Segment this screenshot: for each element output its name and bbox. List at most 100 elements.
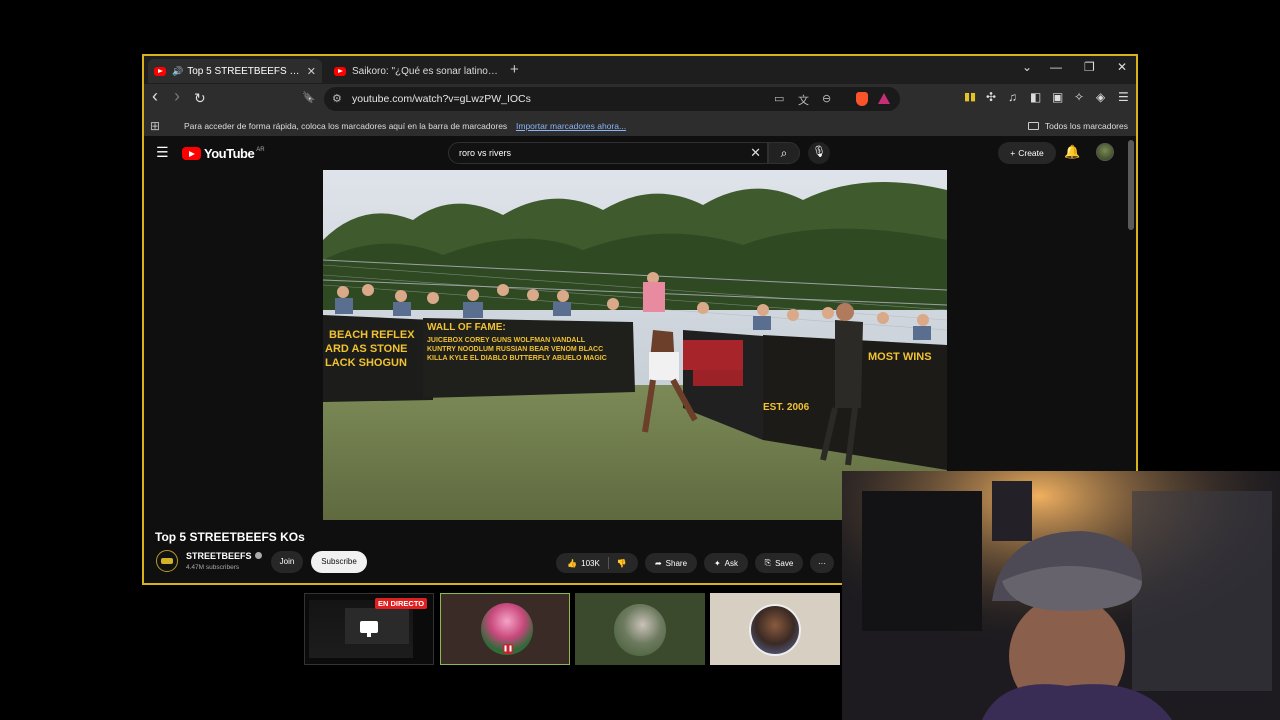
- extensions-puzzle-icon[interactable]: ✣: [986, 90, 996, 104]
- all-bookmarks-button[interactable]: Todos los marcadores: [1027, 121, 1128, 131]
- tab-saikoro[interactable]: Saikoro: "¿Qué es sonar latino?" | En: [328, 59, 508, 83]
- media-controls-icon[interactable]: ♫: [1008, 90, 1017, 104]
- live-badge: EN DIRECTO: [375, 598, 428, 609]
- banner-text: KILLA KYLE EL DIABLO BUTTERFLY ABUELO MA…: [427, 355, 607, 362]
- like-dislike-group: 👍 103K 👎: [556, 553, 638, 573]
- participant-tile[interactable]: [710, 593, 840, 665]
- navigation-toolbar: ‹ › ↻ 🔖 ⚙ youtube.com/watch?v=gLwzPW_IOC…: [144, 84, 1136, 114]
- banner-text: BEACH REFLEX: [329, 329, 415, 341]
- participant-tile[interactable]: [575, 593, 705, 665]
- participant-avatar: [614, 604, 666, 656]
- banner-text: LACK SHOGUN: [325, 357, 407, 369]
- share-label: Share: [665, 558, 688, 568]
- close-window-button[interactable]: ✕: [1117, 60, 1127, 74]
- share-button[interactable]: ➦ Share: [645, 553, 697, 573]
- import-bookmarks-link[interactable]: Importar marcadores ahora...: [516, 121, 626, 131]
- plus-icon: +: [1010, 148, 1016, 158]
- thumbs-up-icon[interactable]: 👍: [567, 559, 577, 568]
- save-label: Save: [775, 558, 794, 568]
- banner-text: KUNTRY NOODLUM RUSSIAN BEAR VENOM BLACC: [427, 346, 603, 353]
- banner-text: JUICEBOX COREY GUNS WOLFMAN VANDALL: [427, 337, 586, 344]
- bookmarks-hint-text: Para acceder de forma rápida, coloca los…: [184, 121, 508, 131]
- pause-icon: ❚❚: [503, 644, 514, 654]
- tab-search-chevron-icon[interactable]: ⌄: [1022, 60, 1032, 74]
- clear-search-icon[interactable]: ✕: [750, 145, 761, 161]
- thumbs-down-icon[interactable]: 👎: [617, 559, 627, 568]
- video-title: Top 5 STREETBEEFS KOs: [155, 530, 305, 544]
- channel-avatar[interactable]: [156, 550, 178, 572]
- tab-title: Top 5 STREETBEEFS KOs - You: [187, 65, 301, 77]
- forward-button[interactable]: ›: [174, 86, 180, 107]
- channel-name-text: STREETBEEFS: [186, 551, 252, 561]
- screen-share-icon: [360, 621, 378, 637]
- search-button[interactable]: ⌕: [768, 142, 800, 164]
- participant-tile-screenshare[interactable]: EN DIRECTO: [304, 593, 434, 665]
- youtube-logo[interactable]: YouTube AR: [182, 146, 265, 161]
- search-input[interactable]: roro vs rivers ✕: [448, 142, 768, 164]
- country-code: AR: [256, 147, 265, 153]
- subscribe-button[interactable]: Subscribe: [311, 551, 367, 573]
- youtube-favicon-icon: [154, 66, 166, 76]
- site-settings-icon[interactable]: ⚙: [332, 92, 342, 105]
- notification-bell-icon[interactable]: 🔔: [1064, 144, 1080, 160]
- bookmark-icon[interactable]: 🔖: [302, 91, 316, 104]
- folder-icon: [1027, 122, 1039, 130]
- brave-rewards-icon[interactable]: [878, 93, 890, 104]
- voice-search-button[interactable]: 🎙: [808, 142, 830, 164]
- reload-button[interactable]: ↻: [194, 90, 206, 107]
- video-player[interactable]: BEACH REFLEX ARD AS STONE LACK SHOGUN WA…: [323, 170, 947, 520]
- webcam-frame: [842, 471, 1280, 720]
- channel-name[interactable]: STREETBEEFS: [186, 551, 262, 561]
- hamburger-menu-icon[interactable]: ☰: [156, 144, 169, 161]
- tab-bar: 🔊 Top 5 STREETBEEFS KOs - You ✕ Saikoro:…: [144, 56, 1136, 84]
- page-scrollbar[interactable]: [1128, 140, 1134, 230]
- speaker-icon[interactable]: 🔊: [172, 66, 183, 77]
- youtube-header: ☰ YouTube AR roro vs rivers ✕ ⌕ 🎙 + Creat…: [144, 136, 1136, 170]
- address-bar[interactable]: ⚙ youtube.com/watch?v=gLwzPW_IOCs ▭ 文 ⊖: [324, 87, 900, 111]
- tab-title: Saikoro: "¿Qué es sonar latino?" | En: [352, 65, 502, 77]
- banner-text: EST. 2006: [763, 402, 810, 413]
- subscriber-count: 4.47M subscribers: [186, 564, 240, 571]
- cast-icon[interactable]: ▭: [774, 92, 784, 105]
- back-button[interactable]: ‹: [152, 86, 158, 107]
- minimize-button[interactable]: —: [1050, 60, 1062, 74]
- more-actions-button[interactable]: ···: [810, 553, 834, 573]
- youtube-favicon-icon: [334, 66, 346, 76]
- create-button[interactable]: + Create: [998, 142, 1056, 164]
- restore-button[interactable]: ❐: [1084, 60, 1095, 74]
- all-bookmarks-label: Todos los marcadores: [1044, 121, 1128, 131]
- zoom-icon[interactable]: ⊖: [822, 92, 831, 105]
- ask-label: Ask: [724, 558, 739, 568]
- sparkle-icon: ✦: [713, 558, 721, 568]
- banner-text: WALL OF FAME:: [427, 322, 506, 333]
- search-icon: ⌕: [780, 146, 788, 160]
- leo-ai-icon[interactable]: ✧: [1074, 90, 1084, 104]
- tab-youtube-active[interactable]: 🔊 Top 5 STREETBEEFS KOs - You ✕: [148, 59, 322, 83]
- url-text[interactable]: youtube.com/watch?v=gLwzPW_IOCs: [352, 93, 531, 105]
- ask-button[interactable]: ✦ Ask: [704, 553, 748, 573]
- participant-avatar: [749, 604, 801, 656]
- brave-shields-icon[interactable]: [856, 92, 868, 106]
- tab-close-icon[interactable]: ✕: [307, 65, 316, 78]
- sidebar-icon[interactable]: ◧: [1030, 90, 1041, 104]
- equalizer-extension-icon[interactable]: ▮▮: [964, 90, 976, 103]
- youtube-play-icon: [182, 147, 201, 160]
- bookmarks-bar: ⊞ Para acceder de forma rápida, coloca l…: [144, 114, 1136, 136]
- avatar[interactable]: [1096, 143, 1114, 161]
- divider: [607, 557, 609, 569]
- verified-badge-icon: [254, 552, 262, 559]
- translate-icon[interactable]: 文: [798, 92, 809, 108]
- vpn-shield-icon[interactable]: ◈: [1096, 90, 1105, 104]
- microphone-icon: 🎙: [812, 146, 826, 158]
- new-tab-button[interactable]: +: [510, 61, 519, 78]
- browser-menu-icon[interactable]: ☰: [1118, 90, 1129, 104]
- like-count[interactable]: 103K: [581, 559, 600, 568]
- webcam-overlay: [842, 471, 1280, 720]
- save-button[interactable]: ⎘ Save: [755, 553, 803, 573]
- search-query[interactable]: roro vs rivers: [459, 148, 511, 158]
- apps-grid-icon[interactable]: ⊞: [150, 119, 160, 133]
- wallet-icon[interactable]: ▣: [1052, 90, 1063, 104]
- participant-tile-speaking[interactable]: ❚❚: [440, 593, 570, 665]
- join-button[interactable]: Join: [271, 551, 303, 573]
- create-label: Create: [1018, 148, 1044, 158]
